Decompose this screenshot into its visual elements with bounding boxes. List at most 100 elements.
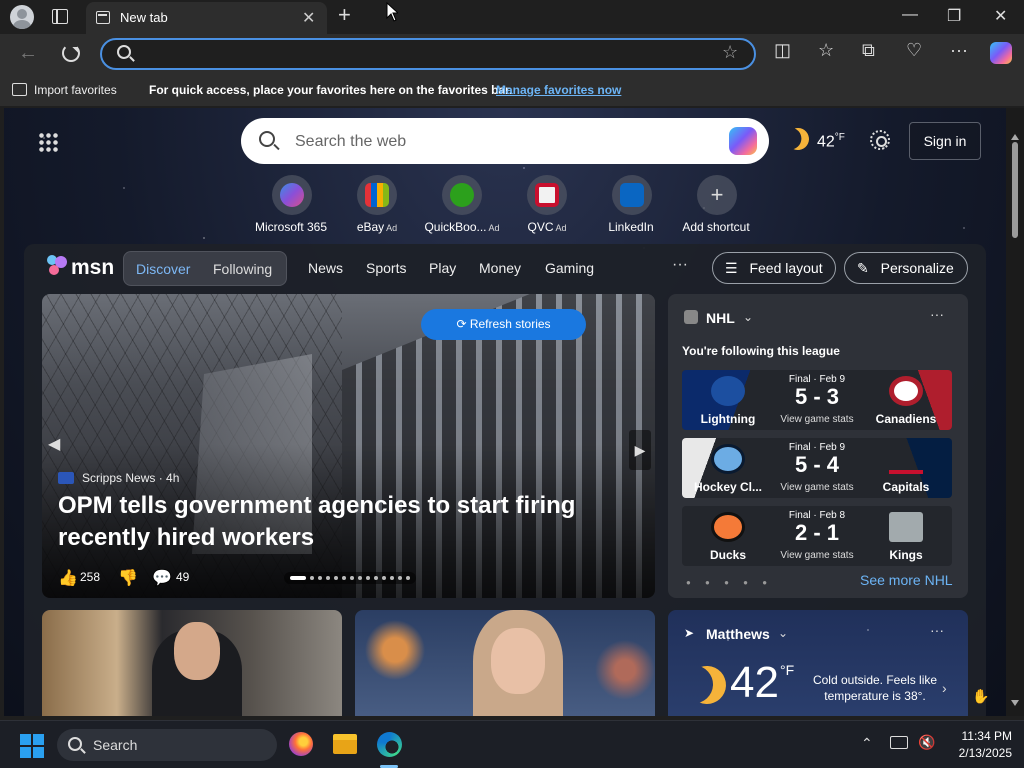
chevron-down-icon[interactable]: ⌄ xyxy=(778,626,788,640)
carousel-dot[interactable] xyxy=(290,576,306,580)
back-arrow-icon[interactable]: ← xyxy=(18,42,38,65)
app-launcher-icon[interactable] xyxy=(38,132,58,152)
settings-more-icon[interactable]: ··· xyxy=(950,40,968,61)
tab-discover[interactable]: Discover xyxy=(136,261,190,277)
card-more-button[interactable]: ··· xyxy=(930,306,944,322)
game-row[interactable]: Ducks Final · Feb 8 2 - 1 View game stat… xyxy=(682,506,952,566)
windows-start-icon[interactable] xyxy=(20,734,44,758)
minimize-button[interactable]: — xyxy=(902,6,918,24)
weather-card[interactable]: ➤ Matthews ⌄ ··· 42 °F Cold outside. Fee… xyxy=(668,610,968,716)
carousel-dot[interactable] xyxy=(326,576,330,580)
file-explorer-icon[interactable] xyxy=(333,734,357,754)
refresh-stories-button[interactable]: ⟳ Refresh stories xyxy=(421,309,586,340)
like-thumbs-up-icon[interactable]: 👍 xyxy=(58,568,78,588)
carousel-dot[interactable] xyxy=(374,576,378,580)
next-story-arrow-icon[interactable]: ▶ xyxy=(629,430,651,470)
network-icon[interactable] xyxy=(890,736,908,749)
new-tab-button[interactable]: + xyxy=(338,2,351,28)
game-stats-link[interactable]: View game stats xyxy=(774,550,860,561)
split-screen-icon[interactable]: ◫ xyxy=(774,40,791,61)
scroll-up-arrow-icon[interactable] xyxy=(1011,130,1019,140)
address-bar[interactable]: ☆ xyxy=(100,38,756,70)
game-stats-link[interactable]: View game stats xyxy=(774,482,860,493)
address-input[interactable] xyxy=(146,44,706,64)
tab-new-tab[interactable]: New tab ✕ xyxy=(86,2,327,35)
add-favorite-star-icon[interactable]: ☆ xyxy=(722,42,738,63)
import-favorites-icon[interactable] xyxy=(12,83,27,96)
sign-in-button[interactable]: Sign in xyxy=(909,122,981,160)
weather-location[interactable]: Matthews xyxy=(706,626,770,642)
web-search-input[interactable] xyxy=(295,131,695,153)
firefox-icon[interactable] xyxy=(289,732,313,756)
nav-gaming[interactable]: Gaming xyxy=(545,260,594,276)
web-search-box[interactable] xyxy=(241,118,769,164)
browser-essentials-icon[interactable]: ♡ xyxy=(906,40,922,61)
profile-avatar[interactable] xyxy=(10,5,34,29)
carousel-dot[interactable] xyxy=(342,576,346,580)
clock-time[interactable]: 11:34 PM xyxy=(940,729,1012,743)
previous-story-arrow-icon[interactable]: ◀ xyxy=(48,434,60,454)
scroll-down-arrow-icon[interactable] xyxy=(1011,700,1019,710)
favorites-icon[interactable]: ☆ xyxy=(818,40,834,61)
comment-icon[interactable]: 💬 xyxy=(152,568,172,588)
personalize-button[interactable]: ✎ Personalize xyxy=(844,252,968,284)
nav-more-button[interactable]: ··· xyxy=(672,256,688,274)
chevron-right-icon[interactable]: › xyxy=(942,680,947,696)
league-title[interactable]: NHL xyxy=(706,310,735,326)
carousel-dot[interactable] xyxy=(350,576,354,580)
carousel-dot[interactable] xyxy=(406,576,410,580)
story-headline[interactable]: OPM tells government agencies to start f… xyxy=(58,490,578,554)
scroll-thumb[interactable] xyxy=(1012,142,1018,238)
taskbar-search-box[interactable]: Search xyxy=(57,729,277,761)
feedback-icon[interactable]: ✋ xyxy=(972,688,989,705)
game-stats-link[interactable]: View game stats xyxy=(774,414,860,425)
carousel-dot[interactable] xyxy=(310,576,314,580)
shortcut-microsoft-365[interactable]: Microsoft 365 xyxy=(247,175,337,234)
moon-weather-icon[interactable] xyxy=(784,125,812,153)
manage-favorites-link[interactable]: Manage favorites now xyxy=(496,83,621,97)
shortcut-quickbooks[interactable]: QuickBoo... Ad xyxy=(417,175,507,234)
hero-story-card[interactable]: ⟳ Refresh stories ◀ ▶ Scripps News · 4h … xyxy=(42,294,655,598)
tab-following[interactable]: Following xyxy=(213,261,272,277)
dislike-thumbs-down-icon[interactable]: 👎 xyxy=(118,568,138,588)
news-card-photo[interactable] xyxy=(355,610,655,716)
nav-news[interactable]: News xyxy=(308,260,343,276)
news-card-photo[interactable] xyxy=(42,610,342,716)
page-settings-icon[interactable] xyxy=(870,130,890,150)
close-window-button[interactable]: ✕ xyxy=(994,6,1007,26)
nav-sports[interactable]: Sports xyxy=(366,260,406,276)
nav-money[interactable]: Money xyxy=(479,260,521,276)
shortcut-ebay[interactable]: eBay Ad xyxy=(332,175,422,234)
import-favorites-link[interactable]: Import favorites xyxy=(34,83,117,97)
game-row[interactable]: Lightning Final · Feb 9 5 - 3 View game … xyxy=(682,370,952,430)
weather-temperature[interactable]: 42°F xyxy=(817,132,845,151)
restore-button[interactable]: ❐ xyxy=(947,6,961,26)
shortcut-linkedin[interactable]: LinkedIn xyxy=(587,175,677,234)
feed-layout-button[interactable]: ☰ Feed layout xyxy=(712,252,836,284)
tab-actions-icon[interactable] xyxy=(52,9,68,24)
nhl-pagination-dots[interactable]: ● ● ● ● ● xyxy=(686,578,773,587)
volume-muted-icon[interactable]: 🔇 xyxy=(918,734,935,751)
collections-icon[interactable]: ⧉ xyxy=(862,40,875,61)
game-row[interactable]: Hockey Cl... Final · Feb 9 5 - 4 View ga… xyxy=(682,438,952,498)
copilot-icon[interactable] xyxy=(990,42,1012,64)
carousel-dot[interactable] xyxy=(366,576,370,580)
clock-date[interactable]: 2/13/2025 xyxy=(940,746,1012,760)
carousel-dot[interactable] xyxy=(382,576,386,580)
carousel-dot[interactable] xyxy=(358,576,362,580)
nav-play[interactable]: Play xyxy=(429,260,456,276)
chevron-up-icon[interactable]: ⌃ xyxy=(861,735,873,752)
chevron-down-icon[interactable]: ⌄ xyxy=(743,310,753,324)
copilot-icon[interactable] xyxy=(729,127,757,155)
card-more-button[interactable]: ··· xyxy=(930,622,944,638)
refresh-icon[interactable] xyxy=(62,44,80,62)
add-shortcut-button[interactable]: + Add shortcut xyxy=(672,175,762,234)
carousel-dot[interactable] xyxy=(398,576,402,580)
edge-browser-icon[interactable] xyxy=(377,732,402,757)
carousel-dot[interactable] xyxy=(318,576,322,580)
carousel-dot[interactable] xyxy=(390,576,394,580)
tab-close-button[interactable]: ✕ xyxy=(302,8,315,28)
shortcut-qvc[interactable]: QVC Ad xyxy=(502,175,592,234)
page-scrollbar[interactable] xyxy=(1006,108,1024,716)
see-more-nhl-link[interactable]: See more NHL xyxy=(860,572,953,588)
